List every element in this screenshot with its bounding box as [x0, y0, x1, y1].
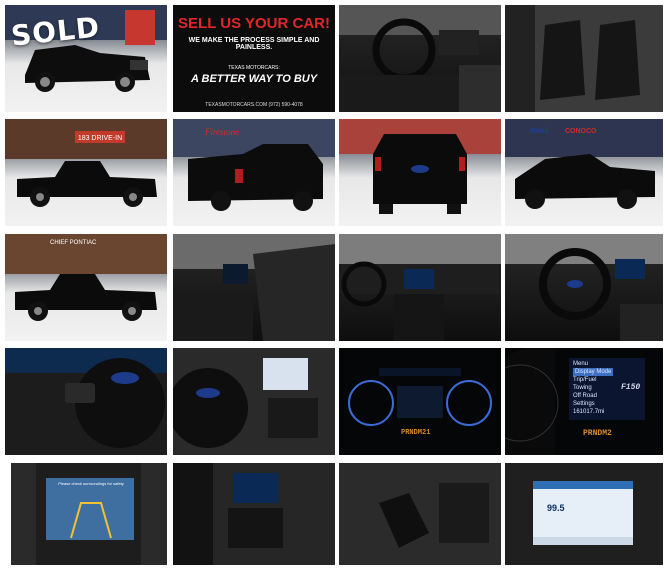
cluster-image: [339, 348, 501, 455]
model-badge: F150: [621, 383, 641, 392]
truck-side-image: 183 DRIVE-IN: [5, 119, 167, 207]
truck-front-quarter-image: Mobil CONOCO: [505, 119, 663, 209]
steering-controls-image: [5, 348, 167, 455]
menu-item: Trip/Fuel: [573, 377, 597, 383]
sign-chief-pontiac: CHIEF PONTIAC: [50, 240, 97, 246]
odometer: 161017.7mi: [573, 409, 605, 415]
dash-door-image: [173, 234, 335, 341]
photo-dashboard-center[interactable]: [339, 234, 501, 341]
truck-rear-quarter-image: Firestone: [173, 119, 335, 211]
seats-image: [505, 5, 663, 112]
radio-screen-image: [505, 463, 663, 565]
photo-front-seats[interactable]: [505, 5, 663, 112]
menu-item: Settings: [573, 401, 595, 407]
photo-truck-rear-quarter[interactable]: Firestone: [173, 119, 335, 226]
ad-headline: SELL US YOUR CAR!: [178, 15, 330, 32]
shifter-image: [339, 463, 501, 565]
ad-tagline: A BETTER WAY TO BUY: [190, 73, 318, 85]
wheel-screen-image: [173, 348, 335, 455]
truck-rear-image: [339, 119, 501, 214]
photo-cluster-menu[interactable]: Menu Display Mode Trip/Fuel Towing Off R…: [505, 348, 663, 455]
steering-wheel-image: [505, 234, 663, 341]
photo-truck-front-sold[interactable]: SOLD: [5, 5, 167, 112]
photo-sell-your-car-ad[interactable]: SELL US YOUR CAR! WE MAKE THE PROCESS SI…: [173, 5, 335, 112]
backup-camera-image: [11, 463, 167, 565]
photo-truck-front-quarter[interactable]: Mobil CONOCO: [505, 119, 663, 226]
interior-image: [339, 5, 501, 112]
menu-item: Towing: [573, 385, 592, 391]
sign-drive-in: 183 DRIVE-IN: [78, 135, 122, 142]
photo-radio-screen[interactable]: 99.5: [505, 463, 663, 565]
ad-subhead: WE MAKE THE PROCESS SIMPLE AND PAINLESS.: [188, 37, 320, 51]
sign-conoco: CONOCO: [565, 128, 597, 135]
sign-mobil: Mobil: [530, 128, 548, 135]
camera-banner: Please check surroundings for safety: [58, 481, 124, 486]
photo-shifter[interactable]: [339, 463, 501, 565]
gear-indicator: PRNDM2: [583, 429, 612, 438]
photo-steering-wheel[interactable]: [505, 234, 663, 341]
radio-frequency: 99.5: [547, 503, 565, 513]
photo-steering-controls[interactable]: [5, 348, 167, 455]
photo-center-console[interactable]: [173, 463, 335, 565]
photo-dash-driver-door[interactable]: [173, 234, 335, 341]
photo-backup-camera[interactable]: Please check surroundings for safety: [11, 463, 167, 565]
center-console-image: [173, 463, 335, 565]
menu-item-selected: Display Mode: [573, 368, 614, 376]
cluster-menu-list: Menu Display Mode Trip/Fuel Towing Off R…: [573, 360, 614, 416]
photo-interior-steering[interactable]: [339, 5, 501, 112]
menu-item: Menu: [573, 361, 589, 367]
photo-truck-rear[interactable]: [339, 119, 501, 226]
photo-instrument-cluster[interactable]: PRNDM21: [339, 348, 501, 455]
dashboard-image: [339, 234, 501, 341]
sign-firestone: Firestone: [204, 127, 239, 137]
truck-profile-image: CHIEF PONTIAC: [5, 234, 167, 321]
gear-indicator: PRNDM21: [401, 429, 431, 437]
menu-item: Off Road: [573, 393, 597, 399]
photo-gallery: SOLD SELL US YOUR CAR! WE MAKE THE PROCE…: [5, 5, 663, 565]
ad-footer: TEXASMOTORCARS.COM (972) 590-4078: [205, 102, 303, 108]
ad-small-text: TEXAS MOTORCARS:: [228, 65, 280, 71]
photo-truck-profile[interactable]: CHIEF PONTIAC: [5, 234, 167, 341]
photo-wheel-and-screen[interactable]: [173, 348, 335, 455]
photo-truck-side[interactable]: 183 DRIVE-IN: [5, 119, 167, 226]
